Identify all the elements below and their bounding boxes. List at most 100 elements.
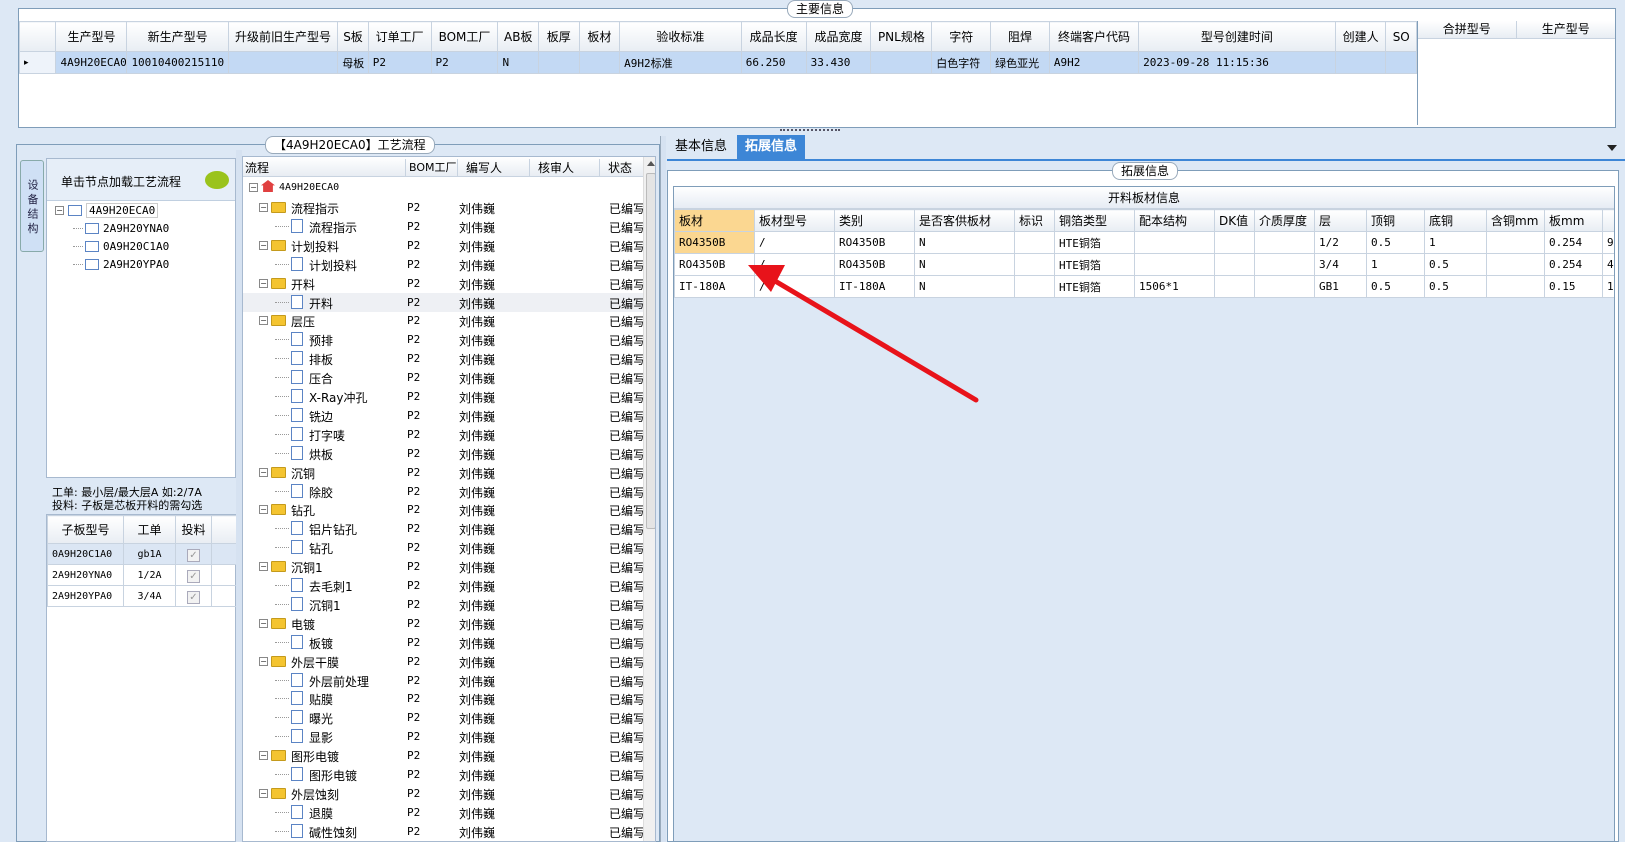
main-col-header[interactable]: 字符 — [931, 21, 992, 52]
main-cell[interactable]: 绿色亚光 — [990, 51, 1050, 74]
material-cell[interactable] — [1254, 253, 1315, 276]
side-tab-device-structure[interactable]: 设 备 结 构 — [20, 160, 44, 252]
table-row[interactable]: 2A9H20YPA0 3/4A ✓ — [47, 585, 238, 607]
main-cell[interactable]: P2 — [367, 51, 432, 74]
material-cell[interactable]: / — [754, 275, 835, 298]
material-col-header[interactable]: 底铜 — [1424, 209, 1487, 232]
material-col-header[interactable] — [1602, 209, 1614, 232]
flow-row[interactable]: 贴膜 P2 刘伟巍 已编写 — [243, 689, 645, 708]
flow-row[interactable]: 外层前处理 P2 刘伟巍 已编写 — [243, 671, 645, 690]
material-cell[interactable]: HTE铜箔 — [1054, 275, 1135, 298]
main-col-header[interactable]: 升级前旧生产型号 — [227, 21, 339, 52]
node-tree-item[interactable]: 2A9H20YNA0 — [73, 221, 169, 239]
main-cell[interactable] — [1334, 51, 1387, 74]
collapse-icon[interactable]: − — [55, 206, 64, 215]
main-cell[interactable]: 白色字符 — [931, 51, 992, 74]
main-col-header[interactable]: 成品长度 — [740, 21, 807, 52]
material-cell[interactable]: / — [754, 231, 835, 254]
table-row[interactable]: IT-180A / IT-180A N HTE铜箔 1506*1 GB1 0.5 0.5 0.15… — [674, 275, 1614, 298]
material-col-header[interactable]: 铜箔类型 — [1054, 209, 1135, 232]
material-cell[interactable]: N — [914, 275, 1015, 298]
main-cell[interactable]: 66.250 — [740, 51, 807, 74]
material-cell[interactable]: / — [754, 253, 835, 276]
material-cell[interactable]: 0.5 — [1366, 231, 1425, 254]
material-cell[interactable]: GB1 — [1314, 275, 1367, 298]
main-cell[interactable]: P2 — [430, 51, 499, 74]
material-col-header[interactable]: 层 — [1314, 209, 1367, 232]
material-cell[interactable] — [1254, 231, 1315, 254]
feed-checkbox[interactable]: ✓ — [187, 590, 200, 604]
main-cell[interactable] — [870, 51, 933, 74]
splitter-handle-top[interactable] — [780, 129, 840, 133]
material-cell[interactable]: 0.5 — [1366, 275, 1425, 298]
tab-dropdown-icon[interactable] — [1607, 145, 1617, 151]
material-cell[interactable]: N — [914, 253, 1015, 276]
flow-row[interactable]: 退膜 P2 刘伟巍 已编写 — [243, 803, 645, 822]
flow-row[interactable]: 钻孔 P2 刘伟巍 已编写 — [243, 538, 645, 557]
material-cell[interactable] — [1014, 231, 1055, 254]
node-tree[interactable]: − 4A9H20ECA0 2A9H20YNA0 0A9H20C1A0 2A9H20YPA… — [47, 201, 235, 301]
material-cell[interactable] — [1014, 253, 1055, 276]
table-row[interactable]: 0A9H20C1A0 gb1A ✓ — [47, 543, 238, 565]
flow-tree[interactable]: −4A9H20ECA0− 流程指示 P2 刘伟巍 已编写 流程指示 P2 刘伟巍 已编写 − 计划投… — [243, 179, 645, 841]
collapse-icon[interactable]: − — [259, 618, 268, 628]
material-col-header[interactable]: 顶铜 — [1366, 209, 1425, 232]
flow-row[interactable]: 板镀 P2 刘伟巍 已编写 — [243, 633, 645, 652]
material-col-header[interactable]: 配本结构 — [1134, 209, 1215, 232]
collapse-icon[interactable]: − — [249, 183, 258, 192]
flow-row[interactable]: 开料 P2 刘伟巍 已编写 — [243, 292, 645, 312]
collapse-icon[interactable]: − — [259, 467, 268, 477]
material-cell[interactable]: IT-180A — [674, 275, 755, 298]
flow-row[interactable]: 曝光 P2 刘伟巍 已编写 — [243, 708, 645, 727]
collapse-icon[interactable]: − — [259, 203, 268, 212]
main-cell[interactable]: A9H2标准 — [619, 51, 742, 74]
material-cell[interactable]: N — [914, 231, 1015, 254]
flow-row[interactable]: − 沉铜1 P2 刘伟巍 已编写 — [243, 557, 645, 576]
main-cell[interactable]: N — [497, 51, 539, 74]
main-col-header[interactable]: 板厚 — [538, 21, 580, 52]
main-col-header[interactable]: SO — [1385, 21, 1417, 52]
flow-row[interactable]: 打字唛 P2 刘伟巍 已编写 — [243, 425, 645, 444]
tab-extended-info[interactable]: 拓展信息 — [737, 135, 806, 159]
flow-row[interactable]: − 流程指示 P2 刘伟巍 已编写 — [243, 198, 645, 217]
collapse-icon[interactable]: − — [259, 562, 268, 572]
main-cell[interactable]: 2023-09-28 11:15:36 — [1138, 51, 1336, 74]
node-tree-item[interactable]: 0A9H20C1A0 — [73, 239, 169, 257]
material-cell[interactable]: RO4350B — [674, 231, 755, 254]
main-col-header[interactable]: 订单工厂 — [367, 21, 432, 52]
collapse-icon[interactable]: − — [259, 316, 268, 326]
main-col-header[interactable]: 终端客户代码 — [1048, 21, 1140, 52]
flow-row[interactable]: 计划投料 P2 刘伟巍 已编写 — [243, 255, 645, 274]
main-cell[interactable]: A9H2 — [1048, 51, 1140, 74]
material-cell[interactable]: 0.5 — [1424, 253, 1487, 276]
material-cell[interactable]: 4 — [1602, 253, 1614, 276]
flow-row[interactable]: 烘板 P2 刘伟巍 已编写 — [243, 444, 645, 463]
material-cell[interactable] — [1254, 275, 1315, 298]
flow-row[interactable]: − 钻孔 P2 刘伟巍 已编写 — [243, 500, 645, 519]
material-cell[interactable] — [1134, 231, 1215, 254]
flow-row[interactable]: 压合 P2 刘伟巍 已编写 — [243, 368, 645, 387]
material-cell[interactable]: 0.254 — [1544, 253, 1603, 276]
main-col-header[interactable]: BOM工厂 — [430, 21, 499, 52]
main-cell[interactable] — [538, 51, 580, 74]
main-col-header[interactable]: S板 — [337, 21, 369, 52]
flow-row[interactable]: − 外层干膜 P2 刘伟巍 已编写 — [243, 652, 645, 671]
material-col-header[interactable]: 板材 — [674, 209, 755, 232]
main-col-header[interactable]: 型号创建时间 — [1138, 21, 1336, 52]
sub-col-header[interactable]: 子板型号 — [47, 515, 124, 544]
main-col-header[interactable]: AB板 — [497, 21, 539, 52]
main-cell[interactable] — [1385, 51, 1417, 74]
flow-row[interactable]: 除胶 P2 刘伟巍 已编写 — [243, 482, 645, 501]
material-cell[interactable]: IT-180A — [834, 275, 915, 298]
material-col-header[interactable]: 介质厚度 — [1254, 209, 1315, 232]
flow-row[interactable]: 沉铜1 P2 刘伟巍 已编写 — [243, 595, 645, 614]
main-cell[interactable]: 母板 — [337, 51, 369, 74]
flow-row[interactable]: − 外层蚀刻 P2 刘伟巍 已编写 — [243, 784, 645, 803]
collapse-icon[interactable]: − — [259, 751, 268, 761]
flow-row[interactable]: 排板 P2 刘伟巍 已编写 — [243, 349, 645, 368]
node-tree-item[interactable]: − 4A9H20ECA0 — [55, 203, 159, 221]
flow-row[interactable]: − 沉铜 P2 刘伟巍 已编写 — [243, 463, 645, 482]
main-cell[interactable]: 10010400215110 — [126, 51, 229, 74]
flow-row[interactable]: − 电镀 P2 刘伟巍 已编写 — [243, 614, 645, 633]
main-col-header[interactable]: 创建人 — [1334, 21, 1387, 52]
